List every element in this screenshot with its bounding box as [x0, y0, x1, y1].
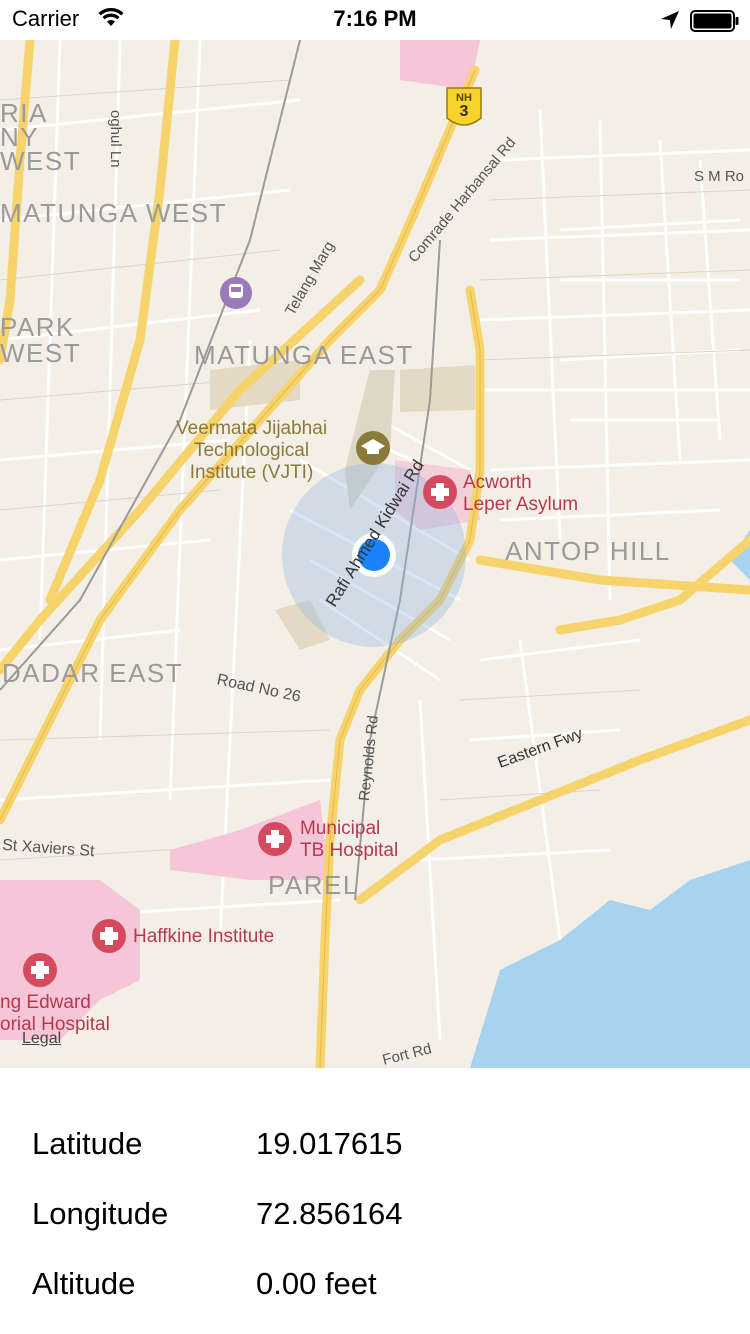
poi-label-acworth[interactable]: Acworth Leper Asylum: [463, 472, 578, 516]
altitude-label: Altitude: [32, 1266, 136, 1301]
latitude-row: Latitude 19.017615: [32, 1126, 732, 1166]
shield-number-label: 3: [459, 103, 469, 120]
hospital-icon: [92, 919, 126, 953]
district-label: MATUNGA EAST: [194, 340, 414, 370]
university-icon: [356, 431, 390, 465]
train-station-icon: [220, 277, 252, 309]
location-info-panel: Latitude 19.017615 Longitude 72.856164 A…: [0, 1068, 750, 1334]
battery-icon: [690, 10, 739, 32]
poi-label-vjti[interactable]: Veermata Jijabhai Technological Institut…: [176, 418, 327, 484]
hospital-icon: [23, 953, 57, 987]
longitude-value: 72.856164: [256, 1196, 403, 1231]
clock: 7:16 PM: [333, 6, 417, 31]
longitude-label: Longitude: [32, 1196, 169, 1231]
district-label: ANTOP HILL: [505, 536, 671, 566]
legal-link[interactable]: Legal: [22, 1030, 61, 1048]
hospital-icon: [258, 822, 292, 856]
road-label: S M Ro: [694, 168, 745, 185]
district-label: WEST: [0, 146, 82, 176]
longitude-row: Longitude 72.856164: [32, 1196, 732, 1236]
latitude-label: Latitude: [32, 1126, 143, 1161]
poi-label-tb-hospital[interactable]: Municipal TB Hospital: [300, 818, 398, 862]
altitude-value: 0.00 feet: [256, 1266, 377, 1301]
poi-label-haffkine[interactable]: Haffkine Institute: [133, 926, 274, 948]
map-view[interactable]: NH 3 MATUNGA EAST ANTOP HILL DADAR EAST …: [0, 40, 750, 1068]
district-label: PAREL: [268, 870, 359, 900]
district-label: DADAR EAST: [2, 658, 184, 688]
road-label: oghul Ln: [107, 110, 124, 168]
latitude-value: 19.017615: [256, 1126, 403, 1161]
district-label: WEST: [0, 338, 82, 368]
hospital-icon: [423, 475, 457, 509]
altitude-row: Altitude 0.00 feet: [32, 1266, 732, 1306]
status-bar: Carrier 7:16 PM: [0, 0, 750, 40]
location-arrow-icon: [660, 10, 680, 35]
district-label: MATUNGA WEST: [0, 198, 227, 228]
